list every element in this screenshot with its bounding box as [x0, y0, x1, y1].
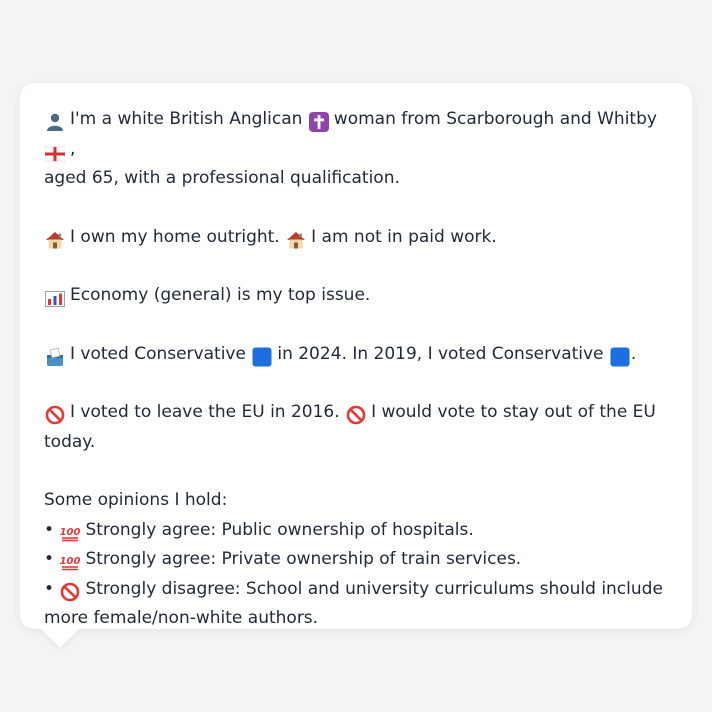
home-line: I own my home outright. I am not in paid… [44, 223, 668, 253]
issue-line: Economy (general) is my top issue. [44, 281, 668, 311]
house-icon [44, 230, 66, 250]
eu-text-a: I voted to leave the EU in 2016. [70, 402, 340, 422]
svg-text:100: 100 [60, 556, 80, 567]
opinion-text-3-line2: more female/non-white authors. [44, 608, 319, 628]
blue-square-icon [609, 347, 631, 367]
person-icon [44, 112, 66, 132]
vote-text-a: I voted Conservative [70, 343, 246, 364]
hundred-points-icon: 100 [59, 523, 81, 543]
opinion-text-2: Strongly agree: Private ownership of tra… [85, 549, 522, 569]
vote-line: I voted Conservative in 2024. In 2019, I… [44, 340, 668, 370]
england-flag-icon [44, 144, 66, 164]
prohibited-icon [59, 582, 81, 602]
opinion-text-3: Strongly disagree: School and university… [85, 578, 663, 599]
opinion-item-1: • 100 Strongly agree: Public ownership o… [44, 516, 668, 546]
bullet: • [44, 578, 55, 599]
issue-text: Economy (general) is my top issue. [70, 285, 371, 305]
hundred-points-icon: 100 [59, 552, 81, 572]
latin-cross-icon [308, 112, 330, 132]
intro-text-b: woman from Scarborough and Whitby [333, 109, 657, 129]
ballot-box-icon [44, 347, 66, 367]
home-text-a: I own my home outright. [70, 226, 280, 247]
prohibited-icon [44, 405, 66, 425]
opinion-text-1: Strongly agree: Public ownership of hosp… [85, 519, 474, 540]
vote-text-c: . [630, 343, 637, 364]
bullet: • [44, 519, 55, 540]
svg-text:100: 100 [60, 527, 80, 538]
intro-text-a: I'm a white British Anglican [70, 109, 303, 129]
opinions-heading: Some opinions I hold: [44, 490, 228, 510]
house-icon [285, 230, 307, 250]
eu-text-b: I would vote to stay out of the EU [371, 402, 656, 422]
eu-line: I voted to leave the EU in 2016. I would… [44, 398, 668, 457]
bubble-tail [40, 628, 80, 648]
opinion-item-3: • Strongly disagree: School and universi… [44, 575, 668, 634]
opinion-item-2: • 100 Strongly agree: Private ownership … [44, 545, 668, 575]
intro-line: I'm a white British Anglican woman from … [44, 105, 668, 194]
home-text-b: I am not in paid work. [311, 226, 497, 247]
blue-square-icon [251, 347, 273, 367]
message-bubble: I'm a white British Anglican woman from … [20, 83, 692, 629]
intro-line2: aged 65, with a professional qualificati… [44, 168, 400, 188]
bullet: • [44, 549, 55, 569]
intro-text-c: , [70, 138, 76, 159]
prohibited-icon [345, 405, 367, 425]
vote-text-b: in 2024. In 2019, I voted Conservative [277, 343, 604, 364]
chart-icon [44, 290, 66, 310]
eu-line2: today. [44, 431, 96, 452]
